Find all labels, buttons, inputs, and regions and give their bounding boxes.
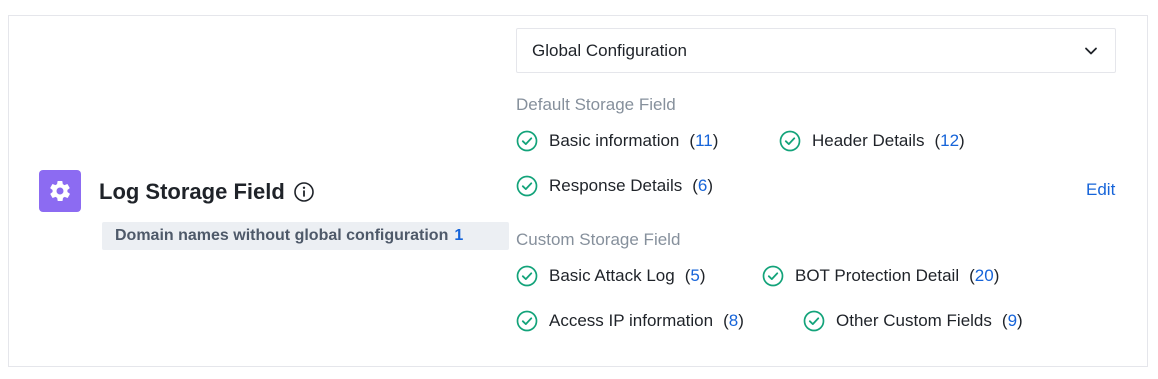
check-circle-icon	[779, 130, 801, 152]
feature-title: Log Storage Field	[99, 178, 315, 206]
field-other-custom-fields: Other Custom Fields (9)	[803, 308, 1023, 334]
check-circle-icon	[762, 265, 784, 287]
field-header-details: Header Details (12)	[779, 128, 965, 154]
check-circle-icon	[516, 265, 538, 287]
field-basic-information: Basic information (11)	[516, 128, 718, 154]
configuration-select-value: Global Configuration	[532, 40, 687, 60]
field-name: Header Details	[812, 131, 925, 150]
field-access-ip-information: Access IP information (8)	[516, 308, 744, 334]
default-storage-field-label: Default Storage Field	[516, 95, 676, 114]
field-count: (12)	[934, 131, 965, 150]
field-count: (20)	[969, 266, 1000, 285]
field-name: Access IP information	[549, 311, 714, 330]
domain-tag-count[interactable]: 1	[454, 227, 463, 245]
info-icon[interactable]	[293, 181, 315, 203]
field-name: Other Custom Fields	[836, 311, 992, 330]
gear-icon	[39, 170, 81, 212]
field-name: Basic Attack Log	[549, 266, 675, 285]
field-bot-protection-detail: BOT Protection Detail (20)	[762, 263, 999, 289]
check-circle-icon	[516, 310, 538, 332]
custom-storage-field-label: Custom Storage Field	[516, 230, 681, 249]
check-circle-icon	[516, 130, 538, 152]
field-basic-attack-log: Basic Attack Log (5)	[516, 263, 706, 289]
feature-title-text: Log Storage Field	[99, 179, 285, 204]
field-name: BOT Protection Detail	[795, 266, 960, 285]
field-count: (6)	[692, 176, 714, 195]
field-count: (5)	[684, 266, 706, 285]
check-circle-icon	[516, 175, 538, 197]
field-name: Response Details	[549, 176, 683, 195]
chevron-down-icon	[1083, 43, 1099, 59]
configuration-select[interactable]: Global Configuration	[516, 28, 1116, 73]
field-count: (9)	[1001, 311, 1023, 330]
field-count: (11)	[689, 131, 719, 150]
field-name: Basic information	[549, 131, 680, 150]
domain-tag-label: Domain names without global configuratio…	[115, 227, 449, 244]
domain-status-tag: Domain names without global configuratio…	[102, 222, 509, 250]
field-response-details: Response Details (6)	[516, 173, 713, 199]
edit-link[interactable]: Edit	[1086, 180, 1115, 200]
check-circle-icon	[803, 310, 825, 332]
field-count: (8)	[723, 311, 744, 330]
